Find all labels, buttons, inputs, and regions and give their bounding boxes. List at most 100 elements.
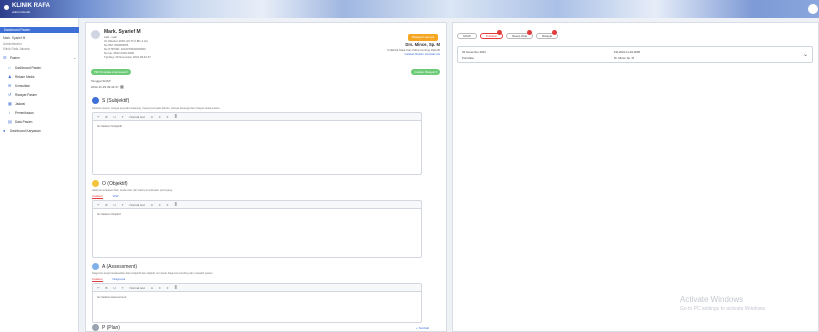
top-bar: KLINIK RAFA Admin Dental	[0, 0, 819, 18]
tab-catatan[interactable]: Catatan	[92, 277, 103, 282]
underline-icon[interactable]: U	[114, 286, 116, 290]
soap-panel: Mark. Syarief M Laki - Laki 31 Oktober 2…	[85, 22, 447, 332]
sidebar-item-label: Dashboard Pasien	[15, 65, 42, 70]
undo-icon[interactable]: ↶	[97, 115, 100, 119]
list-ol-icon[interactable]: ≡	[159, 115, 161, 119]
underline-icon[interactable]: U	[114, 203, 116, 207]
tab-riwayat[interactable]: Riwayat	[536, 30, 559, 39]
sidebar-section-pasien[interactable]: ☰ Pasien ⌄	[3, 55, 77, 60]
objektif-editor[interactable]: ↶ B U T Normal text A ≡ ≡ ≣ Isi Catatan …	[92, 200, 422, 258]
notification-dot-icon	[527, 30, 533, 35]
tab-label: Riwayat	[542, 34, 553, 38]
tab-catatan[interactable]: Catatan	[92, 194, 103, 199]
activate-windows-subtitle: Go to PC settings to activate Windows.	[680, 306, 767, 312]
sidebar: Dashboard Pasien Mark. Syarief M Adminis…	[0, 18, 79, 332]
sidebar-item-data-pasien[interactable]: ▤ Data Pasien	[8, 119, 82, 124]
text-style-select[interactable]: Normal text	[130, 115, 145, 119]
objektif-tabs: Catatan Vital	[92, 194, 118, 199]
section-title-subjektif: S (Subjektif)	[102, 98, 130, 104]
riwayat-lainnya-button[interactable]: Riwayat Lainnya	[408, 34, 438, 41]
calendar-icon[interactable]: ▦	[120, 84, 124, 89]
editor-toolbar: ↶ B U T Normal text A ≡ ≡ ≣	[93, 201, 421, 209]
text-icon[interactable]: T	[122, 286, 124, 290]
text-style-select[interactable]: Normal text	[130, 203, 145, 207]
font-color-icon[interactable]: A	[151, 115, 153, 119]
home-icon: ⌂	[8, 64, 11, 70]
folder-icon: ▤	[8, 118, 12, 124]
activate-windows-title: Activate Windows	[680, 295, 744, 304]
bold-icon[interactable]: B	[106, 115, 108, 119]
sidebar-item-label: Rekam Medis	[15, 74, 35, 79]
tab-label: Tindakan	[485, 34, 498, 38]
undo-icon[interactable]: ↶	[97, 203, 100, 207]
tab-resep-obat[interactable]: Resep Obat	[506, 30, 534, 39]
sidebar-item-konsultasi[interactable]: ✉ Konsultasi	[8, 83, 82, 88]
text-icon[interactable]: T	[122, 115, 124, 119]
editor-toolbar: ↶ B U T Normal text A ≡ ≡ ≣	[93, 284, 421, 292]
align-icon[interactable]: ≣	[174, 115, 177, 119]
sidebar-item-dashboard-pasien[interactable]: ⌂ Dashboard Pasien	[8, 65, 82, 70]
list-ul-icon[interactable]: ≡	[167, 115, 169, 119]
person-icon	[92, 97, 99, 104]
undo-icon[interactable]: ↶	[97, 286, 100, 290]
subjektif-editor[interactable]: ↶ B U T Normal text A ≡ ≡ ≣ Isi Catatan …	[92, 112, 422, 175]
list-ol-icon[interactable]: ≡	[159, 286, 161, 290]
catatan-riwayat-label: Catatan Riwayat	[414, 70, 435, 74]
editor-content[interactable]: Isi Catatan Assessment	[93, 292, 421, 302]
align-icon[interactable]: ≣	[174, 286, 177, 290]
add-plan-link[interactable]: + Tambah	[416, 326, 429, 330]
date-value[interactable]: 2022-11-29 09:42:37	[91, 85, 119, 89]
tab-soap[interactable]: SOAP	[457, 33, 477, 39]
record-place: Poli Mata	[462, 56, 474, 60]
sidebar-item-dashboard-karyawan[interactable]: ● Dashboard Karyawan	[3, 128, 77, 133]
sidebar-item-riwayat[interactable]: ↺ Riwayat Pasien	[8, 92, 82, 97]
sidebar-item-rekam-medis[interactable]: ♟ Rekam Medis	[8, 74, 82, 79]
sidebar-item-label: Data Pasien	[15, 119, 33, 124]
font-color-icon[interactable]: A	[151, 203, 153, 207]
editor-toolbar: ↶ B U T Normal text A ≡ ≡ ≣	[93, 113, 421, 121]
doctor-link[interactable]: Catatan Rekam Hospital List	[405, 52, 440, 56]
date-label: Tanggal SOAP	[91, 79, 111, 83]
assessment-editor[interactable]: ↶ B U T Normal text A ≡ ≡ ≣ Isi Catatan …	[92, 283, 422, 323]
eye-icon	[92, 180, 99, 187]
record-code: KR-2022-11-29-0005	[614, 50, 641, 54]
tab-diagnosa[interactable]: Diagnosa	[113, 277, 126, 282]
assessment-icon	[92, 263, 99, 270]
stethoscope-icon: ♁	[8, 109, 11, 115]
list-ul-icon[interactable]: ≡	[167, 286, 169, 290]
section-desc-objektif: Hasil pemeriksaan fisik, tanda vital, da…	[92, 189, 173, 192]
list-ul-icon[interactable]: ≡	[167, 203, 169, 207]
record-card[interactable]: 29 November 2022 Poli Mata KR-2022-11-29…	[457, 46, 813, 63]
sidebar-user-role: Administrator	[3, 42, 22, 46]
sidebar-item-pemeriksaan[interactable]: ♁ Pemeriksaan	[8, 110, 82, 115]
chevron-down-icon: ⌄	[73, 55, 77, 60]
bold-icon[interactable]: B	[106, 203, 108, 207]
person-icon: ♟	[8, 73, 12, 79]
tab-tindakan[interactable]: Tindakan	[479, 30, 504, 39]
chevron-down-icon[interactable]: ⌄	[803, 51, 808, 58]
sidebar-item-label: Jadwal	[15, 101, 25, 106]
sidebar-active-item[interactable]: Dashboard Pasien	[0, 27, 79, 33]
bold-icon[interactable]: B	[106, 286, 108, 290]
list-ol-icon[interactable]: ≡	[159, 203, 161, 207]
font-color-icon[interactable]: A	[151, 286, 153, 290]
align-icon[interactable]: ≣	[174, 203, 177, 207]
catatan-riwayat-pill[interactable]: Catatan Riwayat ▾	[411, 69, 440, 75]
sidebar-user-sub: Klinik Rafa Jakarta	[3, 47, 30, 51]
tab-vital[interactable]: Vital	[113, 194, 119, 199]
sidebar-item-jadwal[interactable]: ▦ Jadwal	[8, 101, 82, 106]
underline-icon[interactable]: U	[114, 115, 116, 119]
notification-dot-icon	[497, 30, 503, 35]
users-icon: ●	[3, 127, 6, 133]
history-icon: ↺	[8, 91, 12, 97]
text-style-select[interactable]: Normal text	[130, 286, 145, 290]
template-anamnesa-pill[interactable]: Pilih Template Anamnesa ▾	[91, 69, 131, 75]
editor-content[interactable]: Isi Catatan Objektif	[93, 209, 421, 219]
text-icon[interactable]: T	[122, 203, 124, 207]
user-avatar-icon[interactable]	[808, 4, 818, 14]
app-tagline: Admin Dental	[12, 10, 31, 14]
assessment-tabs: Catatan Diagnosa	[92, 277, 125, 282]
section-desc-assessment: Diagnosis kerja berdasarkan data subjekt…	[92, 272, 214, 275]
section-title-plan: P (Plan)	[102, 325, 120, 331]
editor-content[interactable]: Isi Catatan Subjektif	[93, 121, 421, 131]
